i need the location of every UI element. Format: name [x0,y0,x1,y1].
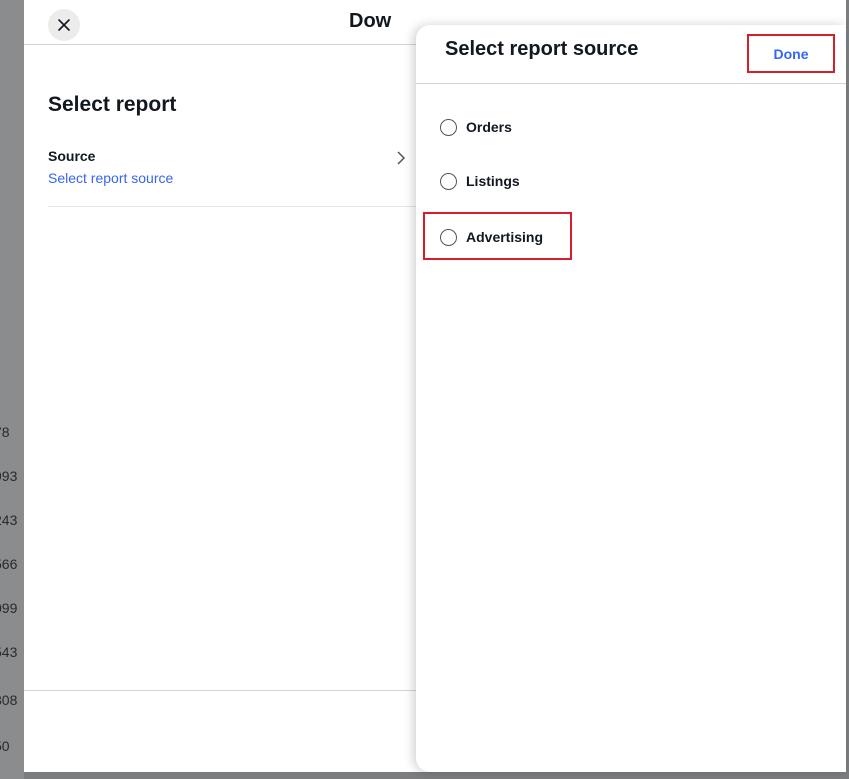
report-source-panel: Select report source Done Orders Listing… [416,25,846,772]
source-value-link[interactable]: Select report source [48,170,173,186]
background-number: 78 [0,424,10,440]
radio-icon[interactable] [440,172,457,190]
radio-icon[interactable] [440,118,457,136]
panel-header-divider [416,83,846,84]
source-label: Source [48,148,96,164]
select-report-heading: Select report [48,93,177,116]
option-label: Advertising [466,229,544,245]
background-number: 308 [0,692,18,708]
background-page: 78 993 243 566 099 543 308 50 [0,0,24,779]
radio-icon[interactable] [440,228,457,246]
option-orders[interactable]: Orders [440,112,512,142]
option-listings[interactable]: Listings [440,166,520,196]
option-label: Listings [466,173,520,189]
background-number: 566 [0,556,18,572]
background-number: 50 [0,738,10,754]
chevron-right-icon [397,151,406,165]
source-divider [48,206,428,207]
background-number: 099 [0,600,18,616]
done-button[interactable]: Done [747,34,835,73]
close-icon [58,19,70,31]
source-selector[interactable]: Source Select report source [48,148,428,206]
background-number: 543 [0,644,18,660]
modal-title: Dow [349,10,392,32]
background-number: 243 [0,512,18,528]
background-number: 993 [0,468,18,484]
option-advertising[interactable]: Advertising [440,222,543,252]
close-button[interactable] [48,9,80,41]
panel-title: Select report source [445,38,639,60]
option-label: Orders [466,119,512,135]
